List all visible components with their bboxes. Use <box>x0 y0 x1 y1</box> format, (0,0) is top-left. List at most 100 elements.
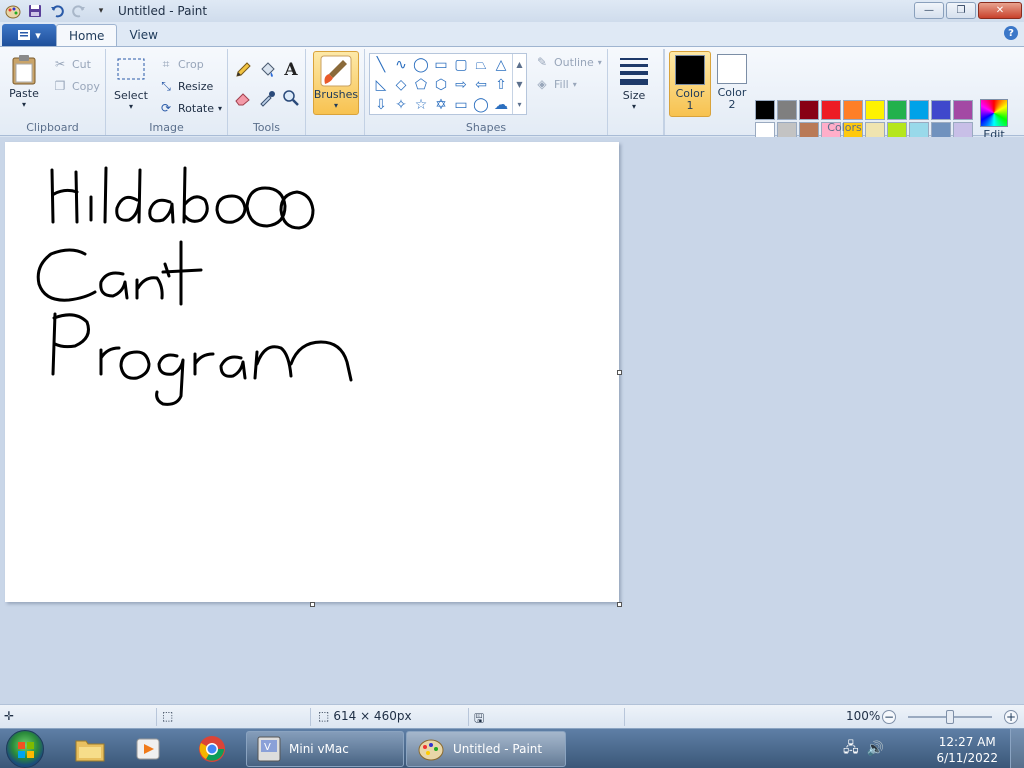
paint-app-icon[interactable] <box>4 2 22 20</box>
resize-button[interactable]: ⤡ Resize <box>158 77 213 95</box>
up-arrow-shape-icon[interactable]: ⇧ <box>491 75 511 95</box>
file-size-icon: 🖫 <box>474 711 485 725</box>
file-explorer-icon[interactable] <box>64 732 116 766</box>
menu-icon <box>18 30 31 40</box>
zoom-in-button[interactable]: + <box>1004 710 1018 724</box>
clipboard-group-label: Clipboard <box>26 121 79 134</box>
magnifier-icon[interactable] <box>280 87 302 109</box>
pentagon-shape-icon[interactable]: ⬠ <box>411 75 431 95</box>
shapes-scrollbar[interactable]: ▲ ▼ ▾ <box>512 54 526 114</box>
undo-icon[interactable] <box>48 2 66 20</box>
zoom-out-button[interactable]: − <box>882 710 896 724</box>
tools-group-label: Tools <box>252 121 281 134</box>
status-bar: ✛ ⬚ ⬚ 614 × 460px 🖫 100% − + <box>0 704 1024 728</box>
resize-handle-corner[interactable] <box>617 602 622 607</box>
copy-button[interactable]: ❐ Copy <box>52 77 100 95</box>
network-icon[interactable]: 🖧 <box>843 737 859 761</box>
five-point-star-shape-icon[interactable]: ☆ <box>411 95 431 115</box>
down-arrow-shape-icon[interactable]: ⇩ <box>371 95 391 115</box>
minimize-button[interactable]: — <box>914 2 944 19</box>
color-picker-icon[interactable] <box>256 87 278 109</box>
left-arrow-shape-icon[interactable]: ⇦ <box>471 75 491 95</box>
eraser-icon[interactable] <box>232 87 254 109</box>
rectangle-shape-icon[interactable]: ▭ <box>431 55 451 75</box>
hexagon-shape-icon[interactable]: ⬡ <box>431 75 451 95</box>
clock[interactable]: 12:27 AM 6/11/2022 <box>936 734 998 766</box>
svg-text:V: V <box>264 742 271 753</box>
diamond-shape-icon[interactable]: ◇ <box>391 75 411 95</box>
help-icon[interactable]: ? <box>1004 26 1018 40</box>
drawing-canvas[interactable] <box>5 142 619 602</box>
scroll-down-icon[interactable]: ▼ <box>516 80 522 89</box>
polygon-shape-icon[interactable]: ⏢ <box>471 55 491 75</box>
right-arrow-shape-icon[interactable]: ⇨ <box>451 75 471 95</box>
chevron-down-icon: ▾ <box>572 79 577 89</box>
zoom-level: 100% <box>846 709 881 723</box>
shapes-gallery: ╲ ∿ ◯ ▭ ▢ ⏢ △ ◺ ◇ ⬠ ⬡ ⇨ ⇦ ⇧ ⇩ ✧ ☆ ✡ ▭ ◯ … <box>369 53 527 115</box>
rounded-rectangle-shape-icon[interactable]: ▢ <box>451 55 471 75</box>
four-point-star-shape-icon[interactable]: ✧ <box>391 95 411 115</box>
copy-icon: ❐ <box>54 79 66 93</box>
selection-size-icon: ⬚ <box>162 709 174 723</box>
close-button[interactable]: ✕ <box>978 2 1022 19</box>
chrome-icon[interactable] <box>186 732 238 766</box>
oval-callout-shape-icon[interactable]: ◯ <box>471 95 491 115</box>
right-triangle-shape-icon[interactable]: ◺ <box>371 75 391 95</box>
workspace <box>0 137 1024 704</box>
select-rectangle-icon <box>117 58 145 80</box>
scissors-icon: ✂ <box>54 57 66 71</box>
taskbar-task-mini-vmac[interactable]: V Mini vMac <box>246 731 404 767</box>
divider <box>310 708 311 726</box>
customize-qat-icon[interactable]: ▾ <box>92 2 110 20</box>
oval-shape-icon[interactable]: ◯ <box>411 55 431 75</box>
pencil-icon[interactable] <box>232 59 254 81</box>
divider <box>156 708 157 726</box>
image-group-label: Image <box>149 121 184 134</box>
quick-access-toolbar: ▾ <box>0 2 110 20</box>
taskbar-task-paint[interactable]: Untitled - Paint <box>406 731 566 767</box>
redo-icon[interactable] <box>70 2 88 20</box>
size-button[interactable]: Size ▾ <box>618 55 650 111</box>
maximize-button[interactable]: ❐ <box>946 2 976 19</box>
clipboard-icon <box>12 55 36 85</box>
taskbar: V Mini vMac Untitled - Paint 🖧 🔊 12:27 A… <box>0 728 1024 768</box>
outline-button[interactable]: ✎ Outline ▾ <box>534 53 602 71</box>
paint-menu-button[interactable]: ▾ <box>2 24 56 46</box>
scroll-up-icon[interactable]: ▲ <box>516 60 522 69</box>
outline-brush-icon: ✎ <box>536 55 548 69</box>
media-player-icon[interactable] <box>122 732 174 766</box>
resize-handle-bottom[interactable] <box>310 602 315 607</box>
title-bar: ▾ Untitled - Paint — ❐ ✕ <box>0 0 1024 22</box>
text-tool-button[interactable]: A <box>280 59 302 81</box>
rotate-button[interactable]: ⟳ Rotate ▾ <box>158 99 222 117</box>
cut-button[interactable]: ✂ Cut <box>52 55 91 73</box>
tab-home[interactable]: Home <box>56 24 118 46</box>
tab-view[interactable]: View <box>117 24 169 46</box>
fill-button[interactable]: ◈ Fill ▾ <box>534 75 577 93</box>
triangle-shape-icon[interactable]: △ <box>491 55 511 75</box>
zoom-slider-thumb[interactable] <box>946 710 954 724</box>
ribbon-tabs: ▾ Home View ? <box>0 22 1024 46</box>
show-desktop-button[interactable] <box>1010 729 1024 768</box>
chevron-down-icon: ▾ <box>218 103 223 113</box>
rounded-callout-shape-icon[interactable]: ▭ <box>451 95 471 115</box>
line-width-icon <box>620 58 648 85</box>
six-point-star-shape-icon[interactable]: ✡ <box>431 95 451 115</box>
cloud-callout-shape-icon[interactable]: ☁ <box>491 95 511 115</box>
paste-button[interactable]: Paste ▾ <box>8 53 40 109</box>
image-group: Select ▾ ⌗ Crop ⤡ Resize ⟳ Rotate ▾ Imag… <box>106 49 228 135</box>
system-tray: 🖧 🔊 <box>843 729 884 768</box>
mini-vmac-icon: V <box>257 736 281 762</box>
line-shape-icon[interactable]: ╲ <box>371 55 391 75</box>
save-icon[interactable] <box>26 2 44 20</box>
fill-bucket-icon[interactable] <box>256 59 278 81</box>
volume-icon[interactable]: 🔊 <box>867 741 884 757</box>
select-button[interactable]: Select ▾ <box>114 55 148 111</box>
brushes-button[interactable]: Brushes ▾ <box>313 51 359 115</box>
curve-shape-icon[interactable]: ∿ <box>391 55 411 75</box>
expand-gallery-icon[interactable]: ▾ <box>517 100 521 109</box>
start-button[interactable] <box>6 730 44 768</box>
resize-handle-right[interactable] <box>617 370 622 375</box>
crop-icon: ⌗ <box>162 56 170 71</box>
crop-button[interactable]: ⌗ Crop <box>158 55 204 73</box>
